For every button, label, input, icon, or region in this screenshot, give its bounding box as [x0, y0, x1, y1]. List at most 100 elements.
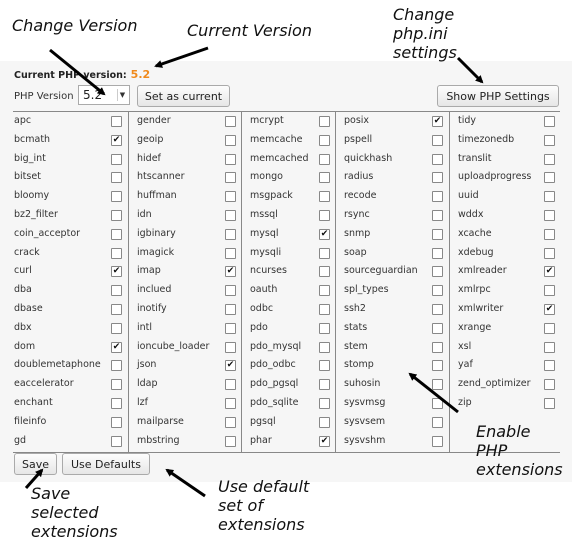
extension-checkbox[interactable]	[225, 379, 236, 391]
extension-checkbox[interactable]	[111, 191, 122, 203]
extension-checkbox[interactable]	[225, 341, 236, 353]
extension-checkbox[interactable]	[432, 247, 443, 259]
extension-checkbox[interactable]: ✔	[111, 134, 122, 146]
extension-checkbox[interactable]	[225, 303, 236, 315]
extension-checkbox[interactable]	[111, 228, 122, 240]
extension-checkbox[interactable]	[432, 285, 443, 297]
extension-checkbox[interactable]	[111, 247, 122, 259]
extension-checkbox[interactable]	[432, 172, 443, 184]
extension-checkbox[interactable]	[111, 397, 122, 409]
extension-checkbox[interactable]	[111, 435, 122, 447]
extension-checkbox[interactable]	[319, 191, 330, 203]
save-button[interactable]: Save	[14, 453, 57, 475]
extension-checkbox[interactable]	[111, 209, 122, 221]
extension-checkbox[interactable]	[432, 341, 443, 353]
extension-checkbox[interactable]	[225, 322, 236, 334]
extension-checkbox[interactable]	[432, 416, 443, 428]
extension-checkbox[interactable]	[432, 379, 443, 391]
extension-checkbox[interactable]	[544, 191, 555, 203]
set-as-current-button[interactable]: Set as current	[137, 85, 230, 107]
extension-checkbox[interactable]	[111, 360, 122, 372]
extension-checkbox[interactable]	[544, 172, 555, 184]
extension-checkbox[interactable]	[225, 435, 236, 447]
extension-checkbox[interactable]	[544, 209, 555, 221]
extension-checkbox[interactable]: ✔	[111, 266, 122, 278]
extension-checkbox[interactable]	[319, 116, 330, 127]
extension-checkbox[interactable]	[544, 379, 555, 391]
extension-checkbox[interactable]	[111, 303, 122, 315]
extension-checkbox[interactable]	[319, 172, 330, 184]
extension-checkbox[interactable]: ✔	[544, 303, 555, 315]
extension-checkbox[interactable]	[319, 379, 330, 391]
extension-checkbox[interactable]	[544, 228, 555, 240]
extension-checkbox[interactable]	[544, 247, 555, 259]
extension-checkbox[interactable]: ✔	[544, 266, 555, 278]
extension-label: dbase	[14, 302, 43, 314]
extension-checkbox[interactable]	[319, 397, 330, 409]
extension-checkbox[interactable]	[319, 360, 330, 372]
extension-checkbox[interactable]	[225, 153, 236, 165]
extension-checkbox[interactable]	[225, 134, 236, 146]
extension-row: mongo	[242, 168, 335, 187]
extension-checkbox[interactable]	[432, 134, 443, 146]
extension-checkbox[interactable]	[432, 397, 443, 409]
extension-checkbox[interactable]	[319, 322, 330, 334]
extension-checkbox[interactable]	[225, 397, 236, 409]
extension-checkbox[interactable]: ✔	[225, 266, 236, 278]
use-defaults-button[interactable]: Use Defaults	[62, 453, 150, 475]
extension-checkbox[interactable]	[111, 116, 122, 127]
extension-checkbox[interactable]	[319, 153, 330, 165]
extension-checkbox[interactable]	[319, 247, 330, 259]
extension-checkbox[interactable]: ✔	[319, 435, 330, 447]
extension-checkbox[interactable]	[319, 416, 330, 428]
php-version-select[interactable]: 5.2 ▼	[78, 85, 130, 105]
extension-row: ssh2	[336, 300, 449, 319]
extension-checkbox[interactable]	[432, 153, 443, 165]
extension-checkbox[interactable]	[111, 153, 122, 165]
extension-checkbox[interactable]: ✔	[111, 341, 122, 353]
extension-checkbox[interactable]	[544, 153, 555, 165]
extension-checkbox[interactable]	[225, 191, 236, 203]
extension-checkbox[interactable]	[319, 341, 330, 353]
extension-checkbox[interactable]	[432, 228, 443, 240]
extension-checkbox[interactable]	[319, 134, 330, 146]
extension-checkbox[interactable]	[432, 209, 443, 221]
extension-checkbox[interactable]	[544, 285, 555, 297]
extension-checkbox[interactable]: ✔	[432, 116, 443, 127]
extension-checkbox[interactable]: ✔	[319, 228, 330, 240]
extension-checkbox[interactable]	[225, 116, 236, 127]
extension-checkbox[interactable]	[111, 379, 122, 391]
extension-label: stomp	[344, 359, 374, 371]
annotation-line: Enable	[476, 422, 531, 441]
extension-checkbox[interactable]	[225, 416, 236, 428]
extension-checkbox[interactable]	[111, 285, 122, 297]
extension-checkbox[interactable]: ✔	[225, 360, 236, 372]
extension-checkbox[interactable]	[225, 172, 236, 184]
extension-checkbox[interactable]	[319, 303, 330, 315]
extension-checkbox[interactable]	[225, 209, 236, 221]
extension-checkbox[interactable]	[544, 341, 555, 353]
extension-checkbox[interactable]	[225, 247, 236, 259]
extension-checkbox[interactable]	[544, 397, 555, 409]
extension-checkbox[interactable]	[544, 116, 555, 127]
extension-checkbox[interactable]	[111, 172, 122, 184]
extension-checkbox[interactable]	[432, 322, 443, 334]
extension-checkbox[interactable]	[544, 322, 555, 334]
extension-checkbox[interactable]	[432, 303, 443, 315]
extension-checkbox[interactable]	[225, 285, 236, 297]
extension-checkbox[interactable]	[319, 209, 330, 221]
show-php-settings-button[interactable]: Show PHP Settings	[437, 85, 559, 107]
extension-checkbox[interactable]	[432, 191, 443, 203]
extension-checkbox[interactable]	[432, 266, 443, 278]
extension-label: mbstring	[137, 434, 180, 446]
extension-checkbox[interactable]	[544, 360, 555, 372]
extension-checkbox[interactable]	[432, 435, 443, 447]
dropdown-arrow-icon[interactable]: ▼	[117, 89, 127, 101]
extension-checkbox[interactable]	[544, 134, 555, 146]
extension-checkbox[interactable]	[319, 285, 330, 297]
extension-checkbox[interactable]	[225, 228, 236, 240]
extension-checkbox[interactable]	[319, 266, 330, 278]
extension-checkbox[interactable]	[111, 416, 122, 428]
extension-checkbox[interactable]	[111, 322, 122, 334]
extension-checkbox[interactable]	[432, 360, 443, 372]
